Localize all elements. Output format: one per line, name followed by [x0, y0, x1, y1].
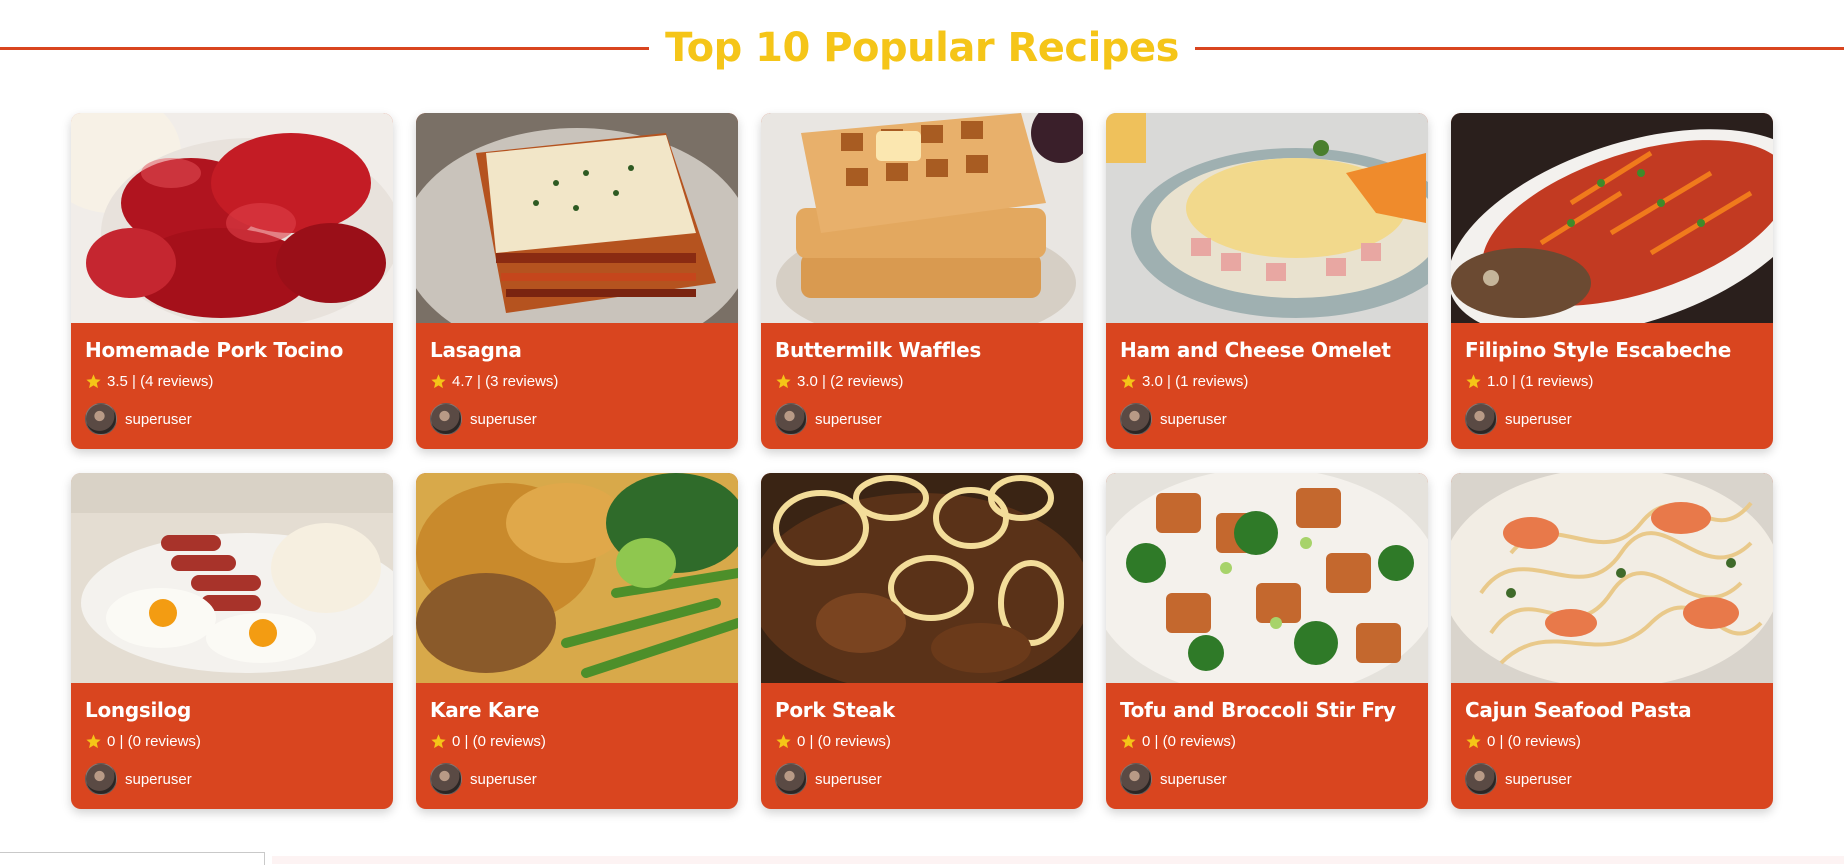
recipe-card[interactable]: Homemade Pork Tocino 3.5 | (4 reviews) s…: [71, 113, 393, 449]
recipe-image[interactable]: [761, 473, 1083, 683]
avatar[interactable]: [775, 403, 807, 435]
rating-row: 0 | (0 reviews): [1465, 731, 1759, 751]
recipe-image[interactable]: [761, 113, 1083, 323]
rating-text: 0 | (0 reviews): [1487, 732, 1581, 750]
recipe-title[interactable]: Ham and Cheese Omelet: [1120, 337, 1414, 363]
recipe-card[interactable]: Tofu and Broccoli Stir Fry 0 | (0 review…: [1106, 473, 1428, 809]
section-title: Top 10 Popular Recipes: [665, 25, 1179, 71]
recipe-image[interactable]: [416, 473, 738, 683]
recipe-title[interactable]: Pork Steak: [775, 697, 1069, 723]
star-icon: [1121, 733, 1136, 748]
author-row[interactable]: superuser: [430, 403, 724, 435]
heading-divider-left: [0, 46, 650, 50]
recipe-title[interactable]: Cajun Seafood Pasta: [1465, 697, 1759, 723]
rating-text: 0 | (0 reviews): [1142, 732, 1236, 750]
star-icon: [776, 373, 791, 388]
avatar[interactable]: [1465, 403, 1497, 435]
author-name[interactable]: superuser: [1505, 771, 1572, 788]
author-row[interactable]: superuser: [430, 763, 724, 795]
recipe-card[interactable]: Kare Kare 0 | (0 reviews) superuser: [416, 473, 738, 809]
recipe-title[interactable]: Filipino Style Escabeche: [1465, 337, 1759, 363]
footer-panel: [0, 852, 265, 865]
avatar[interactable]: [85, 403, 117, 435]
recipe-grid: Homemade Pork Tocino 3.5 | (4 reviews) s…: [71, 113, 1773, 809]
author-name[interactable]: superuser: [815, 411, 882, 428]
author-row[interactable]: superuser: [85, 403, 379, 435]
recipe-image[interactable]: [71, 113, 393, 323]
rating-row: 3.5 | (4 reviews): [85, 371, 379, 391]
rating-text: 3.0 | (2 reviews): [797, 372, 904, 390]
star-icon: [1121, 373, 1136, 388]
rating-text: 1.0 | (1 reviews): [1487, 372, 1594, 390]
recipe-image[interactable]: [1106, 473, 1428, 683]
author-name[interactable]: superuser: [1160, 411, 1227, 428]
recipe-card[interactable]: Cajun Seafood Pasta 0 | (0 reviews) supe…: [1451, 473, 1773, 809]
author-row[interactable]: superuser: [775, 403, 1069, 435]
avatar[interactable]: [1120, 403, 1152, 435]
avatar[interactable]: [85, 763, 117, 795]
rating-row: 0 | (0 reviews): [1120, 731, 1414, 751]
recipe-title[interactable]: Longsilog: [85, 697, 379, 723]
author-name[interactable]: superuser: [125, 771, 192, 788]
footer-strip: [272, 856, 1844, 864]
section-header: Top 10 Popular Recipes: [0, 18, 1844, 78]
rating-row: 4.7 | (3 reviews): [430, 371, 724, 391]
rating-text: 3.0 | (1 reviews): [1142, 372, 1249, 390]
recipe-image[interactable]: [1451, 473, 1773, 683]
recipe-image[interactable]: [1106, 113, 1428, 323]
rating-row: 1.0 | (1 reviews): [1465, 371, 1759, 391]
rating-row: 3.0 | (2 reviews): [775, 371, 1069, 391]
recipe-title[interactable]: Tofu and Broccoli Stir Fry: [1120, 697, 1414, 723]
star-icon: [1466, 733, 1481, 748]
avatar[interactable]: [775, 763, 807, 795]
recipe-card[interactable]: Pork Steak 0 | (0 reviews) superuser: [761, 473, 1083, 809]
author-name[interactable]: superuser: [125, 411, 192, 428]
recipe-title[interactable]: Buttermilk Waffles: [775, 337, 1069, 363]
recipe-card[interactable]: Lasagna 4.7 | (3 reviews) superuser: [416, 113, 738, 449]
avatar[interactable]: [1120, 763, 1152, 795]
star-icon: [1466, 373, 1481, 388]
rating-text: 0 | (0 reviews): [452, 732, 546, 750]
star-icon: [776, 733, 791, 748]
recipe-card[interactable]: Ham and Cheese Omelet 3.0 | (1 reviews) …: [1106, 113, 1428, 449]
recipe-card[interactable]: Filipino Style Escabeche 1.0 | (1 review…: [1451, 113, 1773, 449]
rating-row: 0 | (0 reviews): [85, 731, 379, 751]
author-name[interactable]: superuser: [470, 411, 537, 428]
recipe-image[interactable]: [1451, 113, 1773, 323]
recipe-card[interactable]: Buttermilk Waffles 3.0 | (2 reviews) sup…: [761, 113, 1083, 449]
recipe-image[interactable]: [416, 113, 738, 323]
author-name[interactable]: superuser: [1160, 771, 1227, 788]
author-name[interactable]: superuser: [1505, 411, 1572, 428]
author-row[interactable]: superuser: [1120, 763, 1414, 795]
star-icon: [86, 373, 101, 388]
star-icon: [431, 373, 446, 388]
rating-text: 3.5 | (4 reviews): [107, 372, 214, 390]
recipe-title[interactable]: Kare Kare: [430, 697, 724, 723]
rating-text: 4.7 | (3 reviews): [452, 372, 559, 390]
author-row[interactable]: superuser: [1120, 403, 1414, 435]
author-name[interactable]: superuser: [470, 771, 537, 788]
recipe-title[interactable]: Lasagna: [430, 337, 724, 363]
star-icon: [86, 733, 101, 748]
author-name[interactable]: superuser: [815, 771, 882, 788]
rating-row: 3.0 | (1 reviews): [1120, 371, 1414, 391]
avatar[interactable]: [430, 763, 462, 795]
avatar[interactable]: [1465, 763, 1497, 795]
author-row[interactable]: superuser: [1465, 763, 1759, 795]
author-row[interactable]: superuser: [775, 763, 1069, 795]
author-row[interactable]: superuser: [85, 763, 379, 795]
recipe-card[interactable]: Longsilog 0 | (0 reviews) superuser: [71, 473, 393, 809]
rating-text: 0 | (0 reviews): [797, 732, 891, 750]
recipe-image[interactable]: [71, 473, 393, 683]
rating-text: 0 | (0 reviews): [107, 732, 201, 750]
rating-row: 0 | (0 reviews): [430, 731, 724, 751]
author-row[interactable]: superuser: [1465, 403, 1759, 435]
heading-divider-right: [1194, 46, 1844, 50]
rating-row: 0 | (0 reviews): [775, 731, 1069, 751]
star-icon: [431, 733, 446, 748]
avatar[interactable]: [430, 403, 462, 435]
recipe-title[interactable]: Homemade Pork Tocino: [85, 337, 379, 363]
